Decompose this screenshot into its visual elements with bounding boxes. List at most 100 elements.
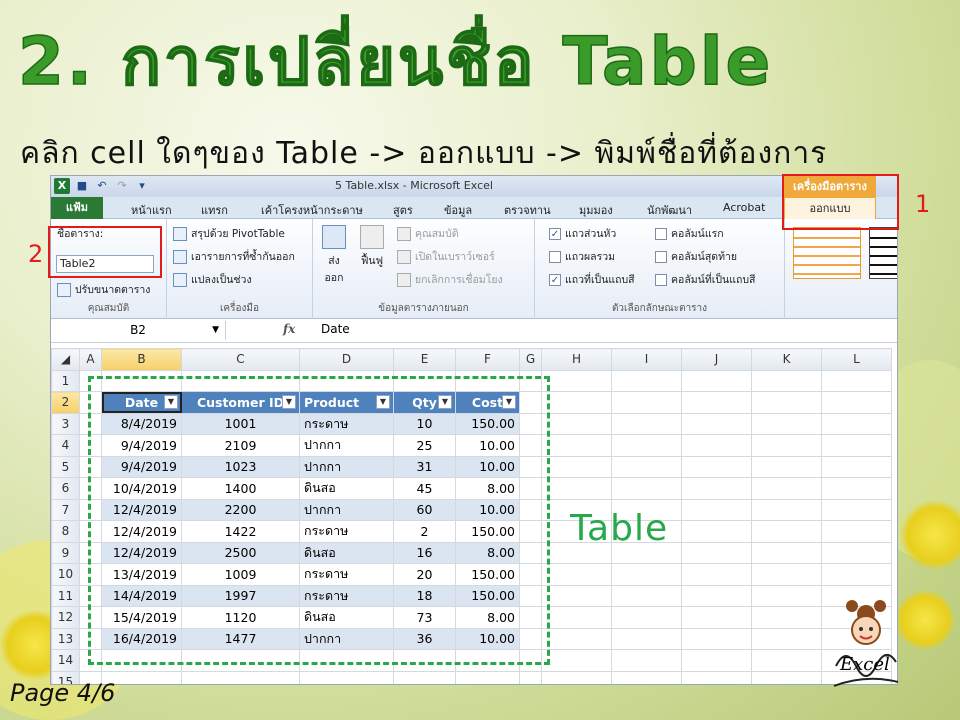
cell[interactable] (681, 563, 752, 586)
tab-page-layout[interactable]: เค้าโครงหน้ากระดาษ (261, 201, 363, 219)
refresh-button[interactable]: ฟื้นฟู (357, 225, 387, 269)
row-header[interactable]: 7 (51, 498, 80, 521)
row-header[interactable]: 8 (51, 520, 80, 543)
row-header[interactable]: 1 (51, 369, 80, 392)
column-header-l[interactable]: L (821, 348, 892, 371)
cell[interactable] (751, 498, 822, 521)
cell[interactable] (681, 584, 752, 607)
cell[interactable] (751, 391, 822, 414)
tab-formulas[interactable]: สูตร (393, 201, 413, 219)
row-header[interactable]: 6 (51, 477, 80, 500)
cell[interactable] (541, 477, 612, 500)
cell[interactable] (455, 670, 520, 684)
tab-review[interactable]: ตรวจทาน (504, 201, 551, 219)
unlink-button[interactable]: ยกเลิกการเชื่อมโยง (397, 271, 503, 288)
cell[interactable] (751, 434, 822, 457)
column-header-i[interactable]: I (611, 348, 682, 371)
cell[interactable] (541, 412, 612, 435)
cell[interactable] (611, 434, 682, 457)
cell[interactable] (541, 391, 612, 414)
column-header-a[interactable]: A (79, 348, 102, 371)
total-row-checkbox[interactable]: แถวผลรวม (549, 248, 615, 265)
cell[interactable] (751, 563, 822, 586)
cell[interactable] (751, 541, 822, 564)
cell[interactable] (681, 391, 752, 414)
resize-table-button[interactable]: ปรับขนาดตาราง (57, 281, 150, 298)
cell[interactable] (751, 584, 822, 607)
tab-file[interactable]: แฟ้ม (51, 197, 103, 219)
cell[interactable] (751, 606, 822, 629)
cell[interactable] (541, 649, 612, 672)
external-properties-button[interactable]: คุณสมบัติ (397, 225, 459, 242)
tab-acrobat[interactable]: Acrobat (723, 201, 765, 214)
chevron-down-icon[interactable]: ▼ (212, 321, 219, 340)
cell[interactable] (681, 606, 752, 629)
cell[interactable] (821, 412, 892, 435)
cell[interactable] (681, 627, 752, 650)
cell[interactable] (751, 649, 822, 672)
tab-data[interactable]: ข้อมูล (444, 201, 472, 219)
cell[interactable] (821, 455, 892, 478)
cell[interactable] (821, 520, 892, 543)
cell[interactable] (519, 670, 542, 684)
cell[interactable] (821, 541, 892, 564)
cell[interactable] (541, 369, 612, 392)
cell[interactable] (541, 670, 612, 684)
cell[interactable] (821, 369, 892, 392)
cell[interactable] (821, 477, 892, 500)
formula-input[interactable]: Date (321, 322, 350, 336)
row-header[interactable]: 13 (51, 627, 80, 650)
cell[interactable] (681, 412, 752, 435)
cell[interactable] (751, 369, 822, 392)
column-header-g[interactable]: G (519, 348, 542, 371)
tab-view[interactable]: มุมมอง (579, 201, 613, 219)
cell[interactable] (681, 649, 752, 672)
column-header-j[interactable]: J (681, 348, 752, 371)
cell[interactable] (611, 584, 682, 607)
row-header[interactable]: 2 (51, 391, 80, 414)
cell[interactable] (393, 670, 456, 684)
row-header[interactable]: 10 (51, 563, 80, 586)
cell[interactable] (541, 563, 612, 586)
cell[interactable] (821, 391, 892, 414)
cell[interactable] (751, 477, 822, 500)
column-header-e[interactable]: E (393, 348, 456, 371)
cell[interactable] (541, 434, 612, 457)
cell[interactable] (611, 391, 682, 414)
column-header-b[interactable]: B (101, 348, 182, 371)
cell[interactable] (611, 477, 682, 500)
cell[interactable] (681, 541, 752, 564)
cell[interactable] (681, 369, 752, 392)
cell[interactable] (541, 627, 612, 650)
export-button[interactable]: ส่งออก (319, 225, 349, 286)
cell[interactable] (681, 670, 752, 684)
column-header-c[interactable]: C (181, 348, 300, 371)
cell[interactable] (611, 563, 682, 586)
tab-developer[interactable]: นักพัฒนา (647, 201, 692, 219)
row-header[interactable]: 14 (51, 649, 80, 672)
last-column-checkbox[interactable]: คอลัมน์สุดท้าย (655, 248, 737, 265)
column-header-h[interactable]: H (541, 348, 612, 371)
cell[interactable] (751, 670, 822, 684)
select-all-corner[interactable]: ◢ (51, 348, 80, 371)
table-style-orange[interactable] (793, 227, 861, 279)
remove-duplicates-button[interactable]: เอารายการที่ซ้ำกันออก (173, 248, 295, 265)
row-header[interactable]: 5 (51, 455, 80, 478)
name-box[interactable]: B2 ▼ (51, 321, 226, 340)
cell[interactable] (821, 434, 892, 457)
cell[interactable] (681, 520, 752, 543)
cell[interactable] (611, 369, 682, 392)
column-header-f[interactable]: F (455, 348, 520, 371)
cell[interactable] (681, 455, 752, 478)
cell[interactable] (611, 627, 682, 650)
cell[interactable] (541, 584, 612, 607)
cell[interactable] (611, 649, 682, 672)
row-header[interactable]: 3 (51, 412, 80, 435)
cell[interactable] (751, 520, 822, 543)
cell[interactable] (821, 563, 892, 586)
cell[interactable] (181, 670, 300, 684)
cell[interactable] (541, 606, 612, 629)
cell[interactable] (541, 455, 612, 478)
row-header[interactable]: 4 (51, 434, 80, 457)
cell[interactable] (751, 412, 822, 435)
